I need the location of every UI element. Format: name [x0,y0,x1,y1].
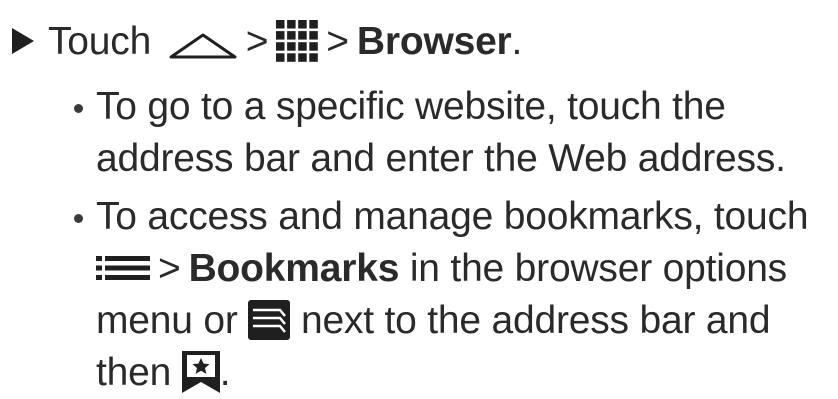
bullet-2-line-3-rest: next to the address bar and [290,299,771,342]
bullet-dot-1 [74,104,83,113]
bookmark-star-icon [181,350,220,393]
bullet-2-line-2: > Bookmarks in the browser options [96,245,787,293]
browser-tabs-icon [248,299,291,340]
bookmarks-label: Bookmarks [188,247,400,290]
separator-3: > [158,247,181,290]
browser-label: Browser [356,20,512,63]
bullet-2-line-1: To access and manage bookmarks, touch [96,195,809,238]
bullet-dot-2 [74,214,83,223]
bullet-2-line-4-end: . [219,351,231,394]
separator-2: > [326,20,349,63]
bullet-2-line-4: then . [96,349,231,397]
step-period: . [511,20,523,63]
menu-icon [96,255,150,281]
instruction-page: Touch > > Browser. To go to a specific we… [0,0,838,399]
bullet-2-line-3: menu or next to the address bar and [96,297,771,345]
separator-1: > [245,20,269,63]
bullet-2-line-4-start: then [96,351,182,394]
step-arrow-icon [12,27,34,54]
touch-label: Touch [48,20,152,63]
apps-grid-icon [276,19,319,62]
home-icon [168,31,238,61]
bullet-2-line-2-rest: in the browser options [399,247,787,290]
bullet-1-line-2: address bar and enter the Web address. [96,137,786,180]
bullet-1-line-1: To go to a specific website, touch the [96,85,726,128]
bullet-2-line-3-start: menu or [96,299,249,342]
step-line: Touch > > Browser. [12,18,522,66]
